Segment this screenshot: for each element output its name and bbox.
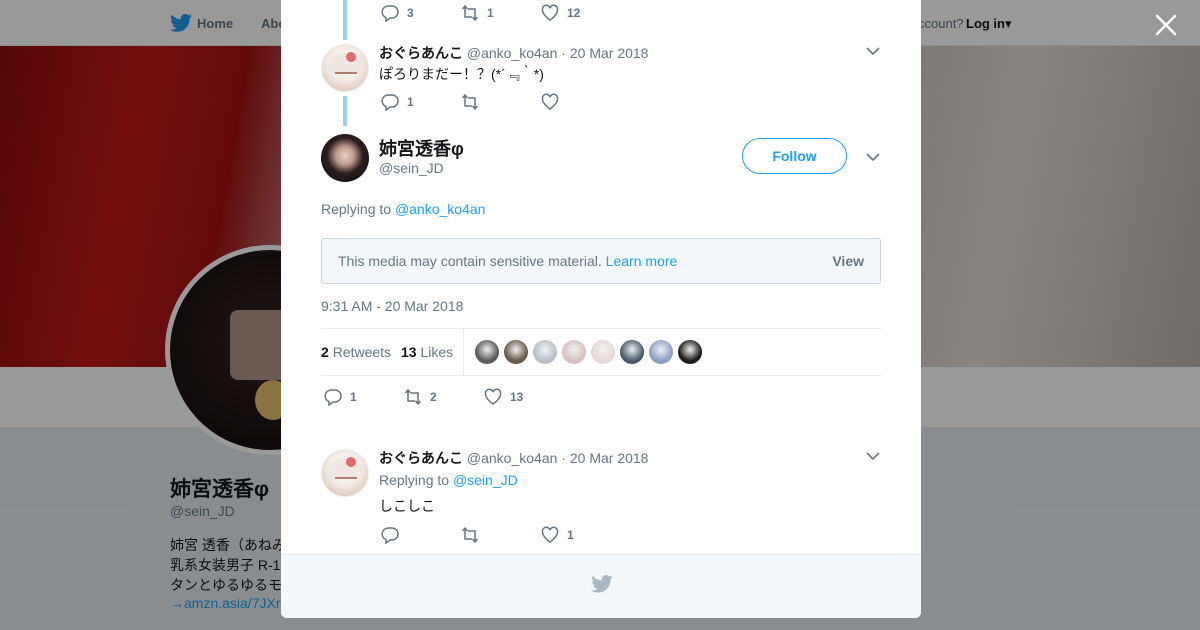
replying-to-prefix: Replying to <box>321 201 392 217</box>
tweet-text: しこしこ <box>379 498 435 514</box>
tweet-text: ぽろりまだー！？(*´﹃｀*) <box>379 66 544 82</box>
liker-avatar[interactable] <box>678 340 702 364</box>
learn-more-link[interactable]: Learn more <box>606 253 678 269</box>
reply-action[interactable] <box>381 526 461 544</box>
retweet-count: 1 <box>487 6 494 20</box>
tweet-date[interactable]: 20 Mar 2018 <box>570 45 649 61</box>
stats-divider <box>463 329 464 375</box>
sensitive-media-warning: This media may contain sensitive materia… <box>321 238 881 284</box>
main-tweet-author-handle[interactable]: @sein_JD <box>379 160 444 176</box>
reply-icon[interactable] <box>381 93 399 111</box>
like-action[interactable] <box>541 93 595 111</box>
tweet-author-handle[interactable]: @anko_ko4an <box>467 45 558 61</box>
like-stat-count: 13 <box>401 344 417 360</box>
chevron-down-icon[interactable] <box>866 46 880 56</box>
replying-to-link[interactable]: @anko_ko4an <box>395 201 486 217</box>
tweet-author-handle[interactable]: @anko_ko4an <box>467 450 558 466</box>
tweet-actions: 1 2 13 <box>324 388 538 406</box>
avatar-eyes-detail <box>335 477 357 483</box>
tweet-stats: 2 Retweets 13 Likes <box>321 328 881 376</box>
retweet-action[interactable]: 1 <box>461 4 541 22</box>
liker-avatar[interactable] <box>649 340 673 364</box>
tweet-author-name[interactable]: おぐらあんこ <box>379 45 463 61</box>
liker-avatar[interactable] <box>591 340 615 364</box>
replying-to: Replying to @anko_ko4an <box>321 201 485 217</box>
thread-connector <box>343 96 347 126</box>
like-stat-label: Likes <box>420 344 454 360</box>
reply-count: 1 <box>407 95 414 109</box>
like-action[interactable]: 13 <box>484 388 538 406</box>
retweet-icon[interactable] <box>461 4 479 22</box>
tweet-timestamp[interactable]: 9:31 AM - 20 Mar 2018 <box>321 298 463 314</box>
tweet-modal: 3 1 12 おぐらあんこ @anko_ko4an · 20 Mar 2018 … <box>281 0 921 618</box>
reply-icon[interactable] <box>381 4 399 22</box>
tweet-header: おぐらあんこ @anko_ko4an · 20 Mar 2018 <box>379 43 648 63</box>
tweet-separator: · <box>561 45 566 61</box>
retweet-action[interactable] <box>461 93 541 111</box>
retweet-icon[interactable] <box>461 93 479 111</box>
replying-to-prefix: Replying to <box>379 472 450 488</box>
retweet-action[interactable] <box>461 526 541 544</box>
replying-to: Replying to @sein_JD <box>379 472 518 488</box>
view-media-button[interactable]: View <box>832 253 864 269</box>
like-count: 1 <box>567 528 574 542</box>
retweet-stat-label: Retweets <box>332 344 392 360</box>
like-count: 12 <box>567 6 581 20</box>
like-count: 13 <box>510 390 524 404</box>
main-tweet-avatar[interactable] <box>321 134 369 182</box>
reply-count: 1 <box>350 390 357 404</box>
sensitive-text: This media may contain sensitive materia… <box>338 253 602 269</box>
follow-button[interactable]: Follow <box>742 138 847 174</box>
user-avatar[interactable] <box>321 449 369 497</box>
retweet-action[interactable]: 2 <box>404 388 484 406</box>
reply-icon[interactable] <box>381 526 399 544</box>
avatar-flower-detail <box>346 457 356 467</box>
tweet-actions: 1 <box>381 526 595 544</box>
retweet-stat-count: 2 <box>321 344 329 360</box>
tweet-separator: · <box>561 450 566 466</box>
replying-to-link[interactable]: @sein_JD <box>453 472 518 488</box>
reply-action[interactable]: 3 <box>381 4 461 22</box>
twitter-bird-icon <box>591 575 613 593</box>
reply-count: 3 <box>407 6 414 20</box>
heart-icon[interactable] <box>541 526 559 544</box>
heart-icon[interactable] <box>541 4 559 22</box>
retweet-count: 2 <box>430 390 437 404</box>
retweet-icon[interactable] <box>404 388 422 406</box>
avatar-flower-detail <box>346 52 356 62</box>
tweet-date[interactable]: 20 Mar 2018 <box>570 450 649 466</box>
reply-action[interactable]: 1 <box>381 93 461 111</box>
retweet-icon[interactable] <box>461 526 479 544</box>
close-icon[interactable] <box>1153 12 1179 38</box>
liker-avatar[interactable] <box>562 340 586 364</box>
tweet-header: おぐらあんこ @anko_ko4an · 20 Mar 2018 <box>379 448 648 468</box>
thread-connector <box>343 0 347 40</box>
sensitive-message: This media may contain sensitive materia… <box>338 253 677 269</box>
likers-avatars <box>475 340 707 364</box>
liker-avatar[interactable] <box>504 340 528 364</box>
chevron-down-icon[interactable] <box>866 152 880 162</box>
user-avatar[interactable] <box>321 44 369 92</box>
tweet-author-name[interactable]: おぐらあんこ <box>379 450 463 466</box>
main-tweet-author-name[interactable]: 姉宮透香φ <box>379 135 464 161</box>
reply-icon[interactable] <box>324 388 342 406</box>
avatar-eyes-detail <box>335 72 357 78</box>
heart-icon[interactable] <box>541 93 559 111</box>
liker-avatar[interactable] <box>620 340 644 364</box>
like-action[interactable]: 1 <box>541 526 595 544</box>
like-action[interactable]: 12 <box>541 4 595 22</box>
retweet-stat[interactable]: 2 Retweets <box>321 344 391 360</box>
heart-icon[interactable] <box>484 388 502 406</box>
modal-footer <box>281 554 921 618</box>
chevron-down-icon[interactable] <box>866 451 880 461</box>
liker-avatar[interactable] <box>533 340 557 364</box>
like-stat[interactable]: 13 Likes <box>401 344 453 360</box>
liker-avatar[interactable] <box>475 340 499 364</box>
reply-action[interactable]: 1 <box>324 388 404 406</box>
tweet-actions: 1 <box>381 93 595 111</box>
tweet-actions: 3 1 12 <box>381 4 595 22</box>
